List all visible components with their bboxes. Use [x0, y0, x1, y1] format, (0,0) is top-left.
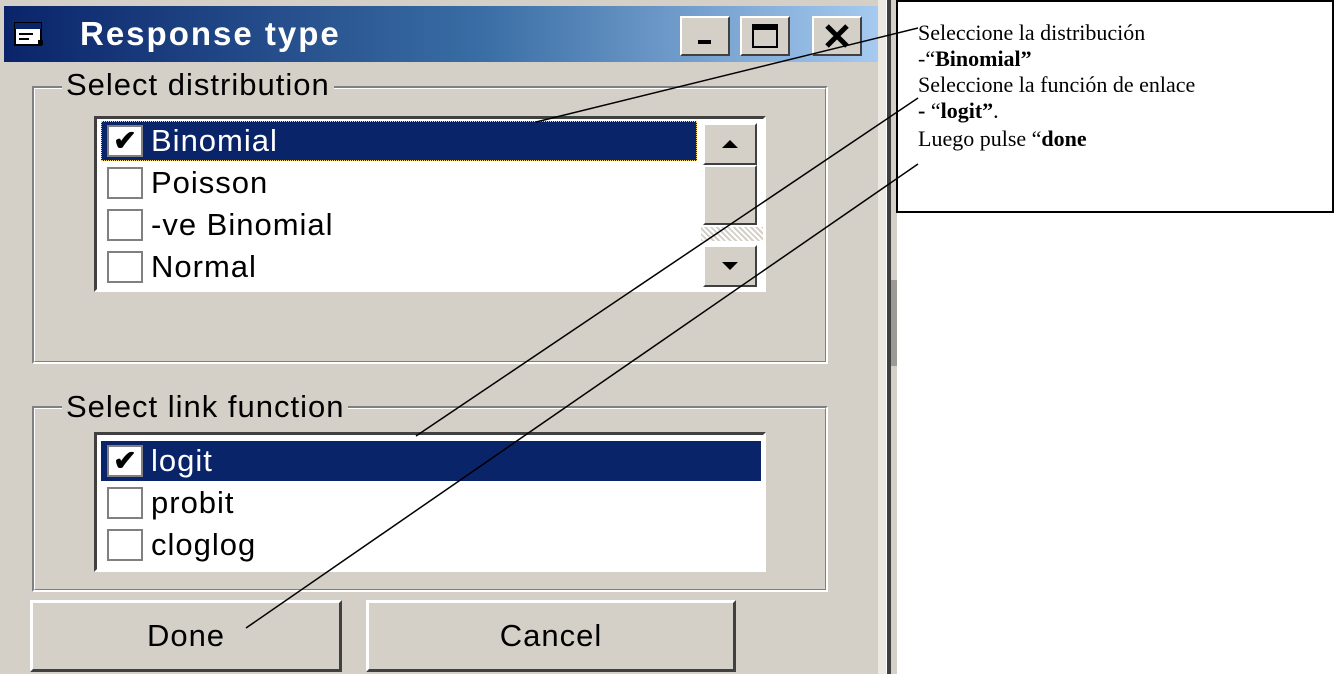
leader-line-link [415, 97, 919, 437]
leader-line-done [245, 163, 919, 629]
annotation-leader-lines [245, 27, 919, 629]
leader-line-distribution [535, 27, 919, 123]
